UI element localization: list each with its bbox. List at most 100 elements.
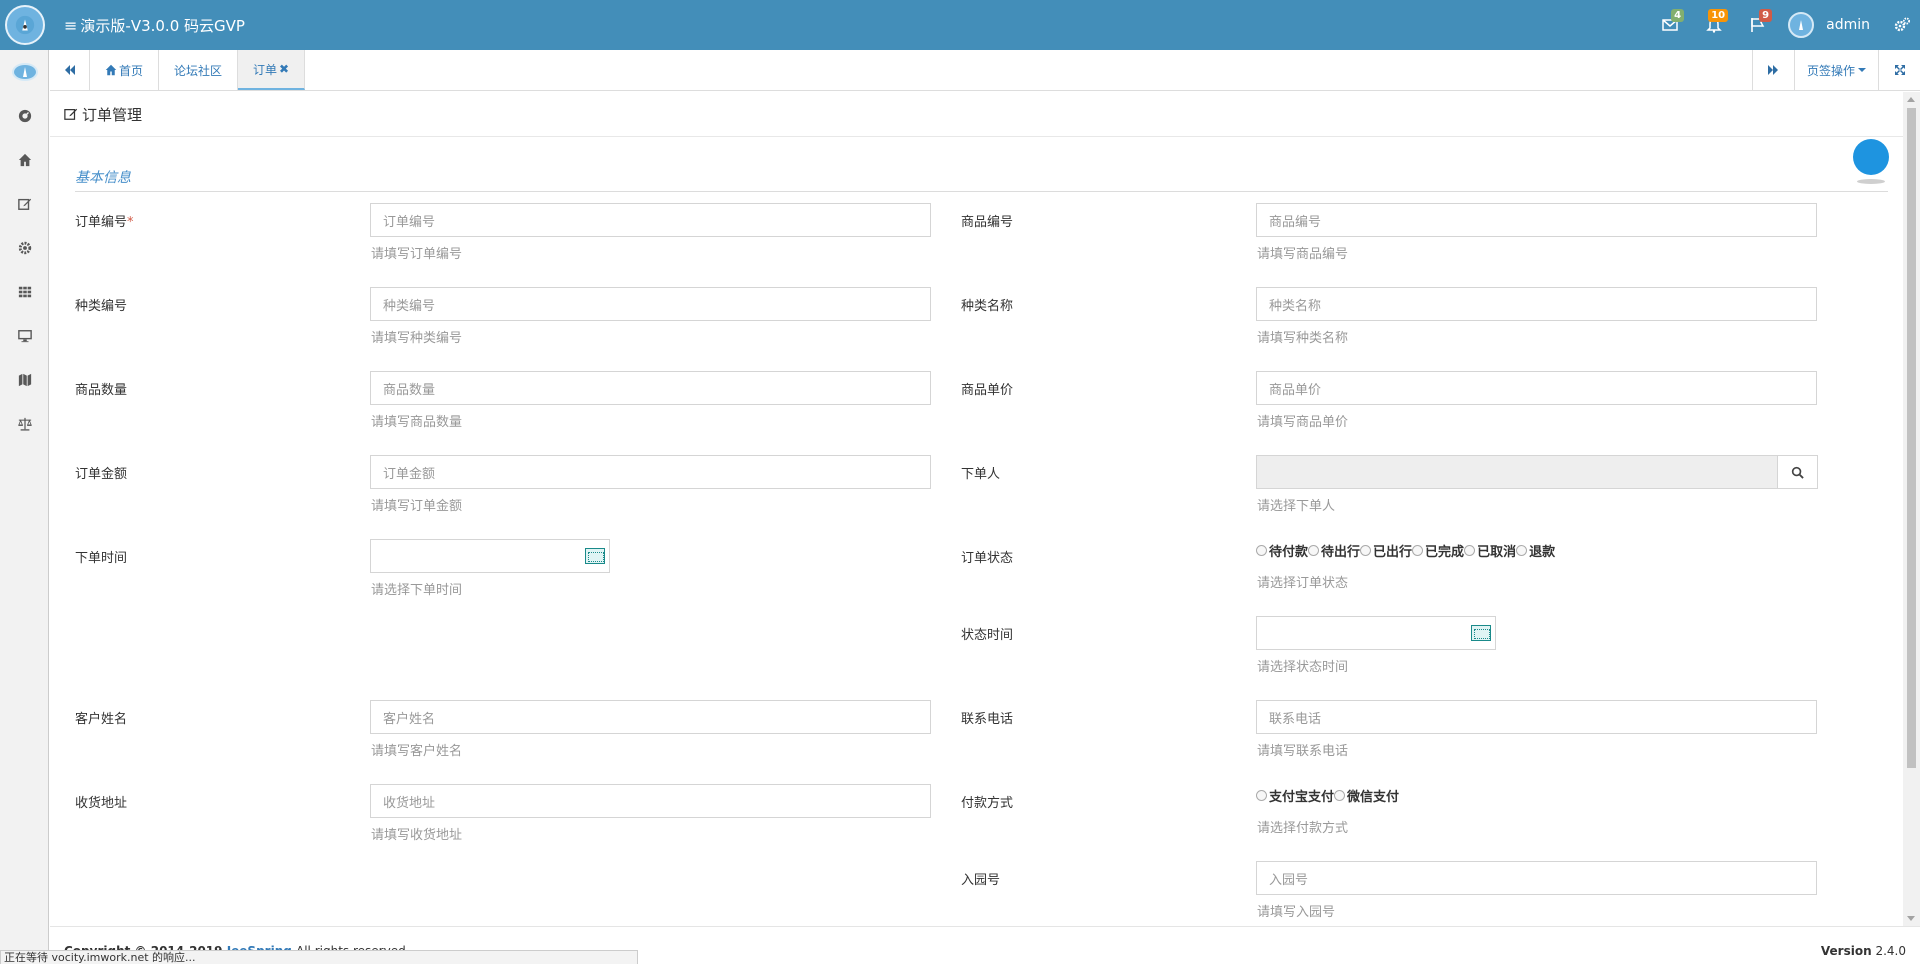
user-menu[interactable]: admin bbox=[1780, 0, 1884, 50]
address-help: 请填写收货地址 bbox=[371, 828, 463, 843]
order-time-label: 下单时间 bbox=[75, 551, 128, 566]
avatar bbox=[1788, 12, 1815, 38]
order-status-option[interactable]: 已取消 bbox=[1464, 541, 1516, 560]
order-status-option[interactable]: 退款 bbox=[1516, 541, 1555, 560]
quantity-label: 商品数量 bbox=[75, 383, 128, 398]
radio-button[interactable] bbox=[1256, 545, 1267, 556]
order-status-label: 订单状态 bbox=[961, 551, 1014, 566]
order-status-option[interactable]: 待付款 bbox=[1256, 541, 1308, 560]
payment-help: 请选择付款方式 bbox=[1257, 821, 1349, 836]
order-status-radio-group: 待付款 待出行 已出行 已完成 已取消 退款 bbox=[1256, 541, 1555, 560]
amount-help: 请填写订单金额 bbox=[371, 499, 463, 514]
double-right-icon bbox=[1768, 65, 1779, 75]
fullscreen-button[interactable] bbox=[1878, 50, 1920, 90]
order-status-option[interactable]: 已出行 bbox=[1360, 541, 1412, 560]
address-input[interactable]: 收货地址 bbox=[370, 784, 931, 818]
grid-icon bbox=[18, 286, 31, 298]
calendar-icon[interactable] bbox=[1471, 625, 1491, 641]
search-icon bbox=[1791, 466, 1804, 479]
required-marker: * bbox=[127, 215, 134, 230]
mail-button[interactable]: 4 bbox=[1648, 0, 1692, 50]
radio-button[interactable] bbox=[1412, 545, 1424, 556]
version-info: Version 2.4.0 bbox=[1820, 944, 1906, 958]
quantity-help: 请填写商品数量 bbox=[371, 415, 463, 430]
username: admin bbox=[1826, 17, 1870, 33]
mail-badge: 4 bbox=[1671, 9, 1685, 22]
unit-price-help: 请填写商品单价 bbox=[1257, 415, 1349, 430]
address-label: 收货地址 bbox=[75, 796, 128, 811]
amount-input[interactable]: 订单金额 bbox=[370, 455, 931, 489]
sidebar-item-home[interactable] bbox=[0, 138, 49, 182]
sidebar-item-apps[interactable] bbox=[0, 270, 49, 314]
home-icon bbox=[105, 64, 117, 76]
radio-button[interactable] bbox=[1334, 790, 1346, 801]
payment-radio-group: 支付宝支付 微信支付 bbox=[1256, 786, 1399, 805]
category-name-help: 请填写种类名称 bbox=[1257, 331, 1349, 346]
radio-button[interactable] bbox=[1256, 790, 1267, 801]
category-no-input[interactable]: 种类编号 bbox=[370, 287, 931, 321]
payment-option[interactable]: 微信支付 bbox=[1334, 786, 1399, 805]
scroll-thumb[interactable] bbox=[1907, 108, 1916, 768]
scroll-up-arrow[interactable] bbox=[1907, 97, 1915, 102]
order-time-picker[interactable] bbox=[370, 539, 610, 573]
sidebar-item-monitor[interactable] bbox=[0, 314, 49, 358]
phone-label: 联系电话 bbox=[961, 712, 1014, 727]
tab-scroll-left-button[interactable] bbox=[50, 50, 90, 90]
customer-name-help: 请填写客户姓名 bbox=[371, 744, 463, 759]
double-left-icon bbox=[64, 65, 75, 75]
orderer-help: 请选择下单人 bbox=[1257, 499, 1336, 514]
task-button[interactable]: 9 bbox=[1736, 0, 1780, 50]
park-no-input[interactable]: 入园号 bbox=[1256, 861, 1817, 895]
order-no-input[interactable]: 订单编号 bbox=[370, 203, 931, 237]
tab-forum[interactable]: 论坛社区 bbox=[159, 50, 239, 90]
dashboard-icon bbox=[18, 109, 31, 123]
top-navbar: ≡ 演示版-V3.0.0 码云GVP 4 10 9 admin bbox=[0, 0, 1920, 50]
scroll-down-arrow[interactable] bbox=[1907, 916, 1915, 921]
radio-button[interactable] bbox=[1464, 545, 1476, 556]
sidebar-item-map[interactable] bbox=[0, 358, 49, 402]
status-time-label: 状态时间 bbox=[961, 628, 1014, 643]
order-status-help: 请选择订单状态 bbox=[1257, 576, 1349, 591]
quantity-input[interactable]: 商品数量 bbox=[370, 371, 931, 405]
park-no-help: 请填写入园号 bbox=[1257, 905, 1336, 920]
logo-icon[interactable] bbox=[5, 5, 45, 45]
customer-name-input[interactable]: 客户姓名 bbox=[370, 700, 931, 734]
app-title[interactable]: ≡ 演示版-V3.0.0 码云GVP bbox=[64, 0, 245, 50]
customer-name-label: 客户姓名 bbox=[75, 712, 128, 727]
sidebar-item-edit[interactable] bbox=[0, 182, 49, 226]
floating-action-button[interactable] bbox=[1853, 139, 1889, 175]
product-no-input[interactable]: 商品编号 bbox=[1256, 203, 1817, 237]
payment-option[interactable]: 支付宝支付 bbox=[1256, 786, 1334, 805]
sidebar-item-settings[interactable] bbox=[0, 226, 49, 270]
radio-button[interactable] bbox=[1360, 545, 1372, 556]
product-no-label: 商品编号 bbox=[961, 215, 1014, 230]
page-operations-dropdown[interactable]: 页签操作 bbox=[1793, 50, 1878, 90]
order-status-option[interactable]: 已完成 bbox=[1412, 541, 1464, 560]
vertical-scrollbar[interactable] bbox=[1903, 92, 1920, 926]
sidebar-logo[interactable] bbox=[0, 50, 49, 94]
floating-button-shadow bbox=[1857, 179, 1885, 184]
sidebar-item-dashboard[interactable] bbox=[0, 94, 49, 138]
menu-toggle-icon[interactable]: ≡ bbox=[64, 16, 77, 35]
status-time-picker[interactable] bbox=[1256, 616, 1496, 650]
page-title: 订单管理 bbox=[82, 105, 143, 124]
category-name-label: 种类名称 bbox=[961, 299, 1014, 314]
radio-button[interactable] bbox=[1516, 545, 1528, 556]
section-title: 基本信息 bbox=[75, 170, 131, 186]
sidebar-item-balance[interactable] bbox=[0, 402, 49, 446]
orderer-search-button[interactable] bbox=[1778, 455, 1818, 489]
category-name-input[interactable]: 种类名称 bbox=[1256, 287, 1817, 321]
close-icon[interactable]: ✖ bbox=[279, 62, 289, 76]
tab-scroll-right-button[interactable] bbox=[1751, 50, 1794, 90]
tab-home[interactable]: 首页 bbox=[90, 50, 160, 90]
orderer-input[interactable] bbox=[1256, 455, 1778, 489]
tab-order[interactable]: 订单 ✖ bbox=[238, 50, 306, 90]
unit-price-input[interactable]: 商品单价 bbox=[1256, 371, 1817, 405]
phone-input[interactable]: 联系电话 bbox=[1256, 700, 1817, 734]
order-status-option[interactable]: 待出行 bbox=[1308, 541, 1360, 560]
caret-down-icon bbox=[1858, 68, 1866, 72]
radio-button[interactable] bbox=[1308, 545, 1320, 556]
settings-button[interactable] bbox=[1884, 0, 1920, 50]
notification-button[interactable]: 10 bbox=[1692, 0, 1736, 50]
calendar-icon[interactable] bbox=[585, 548, 605, 564]
